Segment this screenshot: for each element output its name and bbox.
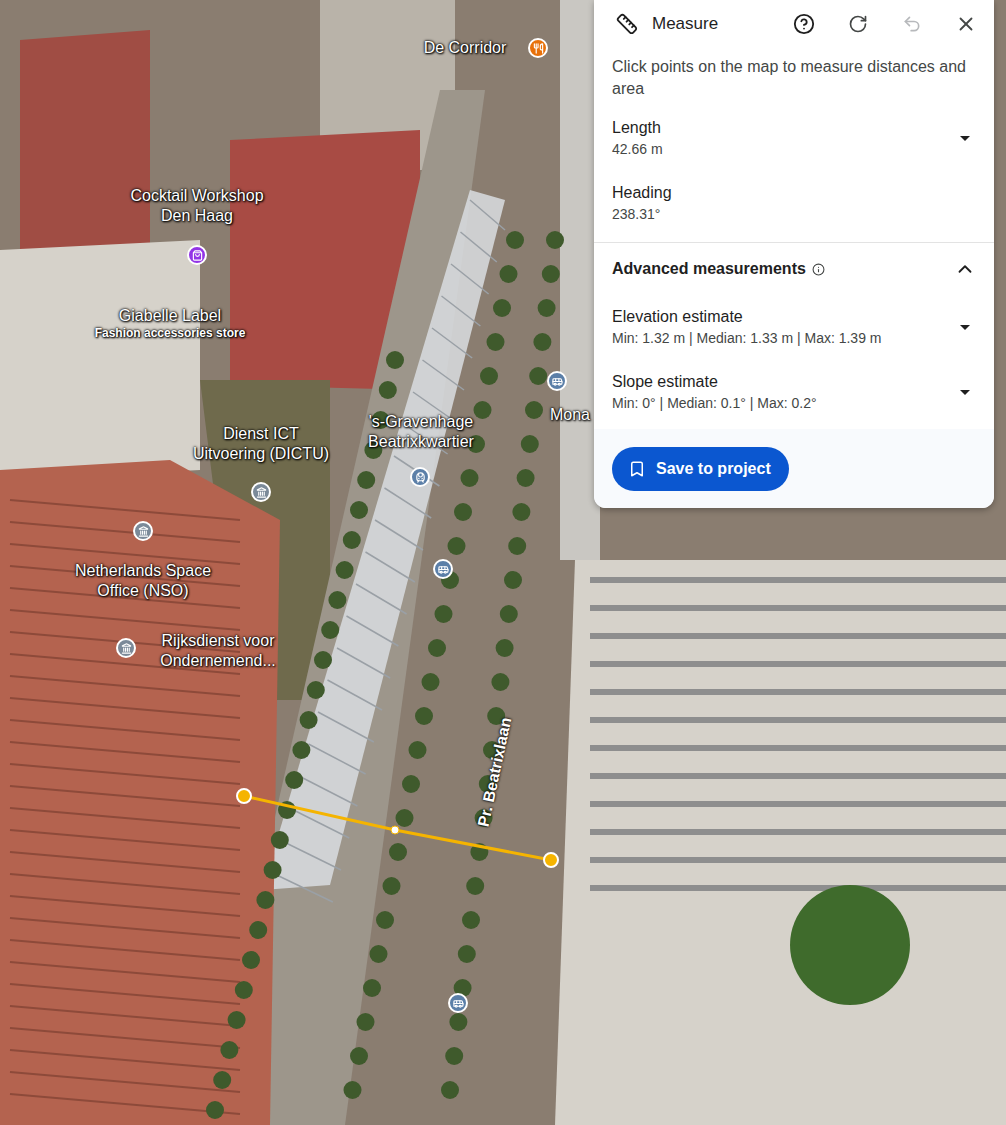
map-pin[interactable] <box>187 245 207 265</box>
map-label-line: Office (NSO) <box>75 581 211 601</box>
measurement-label: Heading <box>612 182 976 204</box>
map-label-line: 's-Gravenhage <box>368 412 474 432</box>
undo-button <box>894 6 930 42</box>
help-icon <box>793 13 815 35</box>
map-label-line: Uitvoering (DICTU) <box>193 444 329 464</box>
bus-icon <box>453 998 464 1009</box>
panel-header: Measure <box>594 0 994 44</box>
map-pin[interactable] <box>433 559 453 579</box>
caret-down-icon[interactable] <box>960 136 970 141</box>
map-label[interactable]: 's-GravenhageBeatrixkwartier <box>368 412 474 452</box>
map-pin[interactable] <box>251 482 271 502</box>
caret-down-icon[interactable] <box>960 325 970 330</box>
landmark-icon <box>121 643 132 654</box>
divider <box>594 242 994 243</box>
map-label-line: Mona <box>550 405 590 425</box>
advanced-header[interactable]: Advanced measurements <box>594 243 994 295</box>
restaurant-icon <box>533 43 544 54</box>
map-label-line: Giabelle Label <box>95 306 246 326</box>
bus-icon <box>438 564 449 575</box>
instructions: Click points on the map to measure dista… <box>594 44 994 106</box>
refresh-icon <box>848 14 868 34</box>
measurement-row[interactable]: Length42.66 m <box>594 106 994 171</box>
bookmark-icon <box>628 460 646 478</box>
advanced-label: Advanced measurements <box>612 260 954 278</box>
map-label-line: Dienst ICT <box>193 424 329 444</box>
map-pin[interactable] <box>410 467 430 487</box>
map-label[interactable]: Rijksdienst voorOndernemend... <box>160 631 276 671</box>
measurement-row[interactable]: Elevation estimateMin: 1.32 m | Median: … <box>594 295 994 360</box>
measure-panel: Measure Click points on the map to measur… <box>594 0 994 508</box>
measurement-text: Length42.66 m <box>612 117 960 159</box>
measurement-text: Elevation estimateMin: 1.32 m | Median: … <box>612 306 960 348</box>
bus-icon <box>552 376 563 387</box>
measurement-value: 42.66 m <box>612 139 960 159</box>
map-pin[interactable] <box>133 521 153 541</box>
map-label[interactable]: Dienst ICTUitvoering (DICTU) <box>193 424 329 464</box>
shop-icon <box>192 250 203 261</box>
save-button[interactable]: Save to project <box>612 447 789 491</box>
landmark-icon <box>138 526 149 537</box>
map-label-line: De Corridor <box>424 38 507 58</box>
measurement-text: Heading238.31° <box>612 182 976 224</box>
measurement-text: Slope estimateMin: 0° | Median: 0.1° | M… <box>612 371 960 413</box>
close-icon <box>955 13 977 35</box>
measurement-label: Slope estimate <box>612 371 960 393</box>
map-label[interactable]: Giabelle LabelFashion accessories store <box>95 306 246 341</box>
map-pin[interactable] <box>528 38 548 58</box>
map-label-line: Ondernemend... <box>160 651 276 671</box>
map-label-line: Beatrixkwartier <box>368 432 474 452</box>
landmark-icon <box>256 487 267 498</box>
measurement-value: Min: 1.32 m | Median: 1.33 m | Max: 1.39… <box>612 328 960 348</box>
undo-icon <box>902 14 922 34</box>
map-page: De Corridor Cocktail WorkshopDen Haag Giab… <box>0 0 1006 1125</box>
measurement-label: Elevation estimate <box>612 306 960 328</box>
map-label-subtitle: Fashion accessories store <box>95 326 246 341</box>
panel-footer: Save to project <box>594 429 994 508</box>
measurement-label: Length <box>612 117 960 139</box>
panel-title: Measure <box>652 14 768 34</box>
map-label[interactable]: Netherlands SpaceOffice (NSO) <box>75 561 211 601</box>
map-label-line: Rijksdienst voor <box>160 631 276 651</box>
map-label-line: Cocktail Workshop <box>130 186 263 206</box>
map-label[interactable]: De Corridor <box>424 38 507 58</box>
caret-down-icon[interactable] <box>960 390 970 395</box>
help-button[interactable] <box>786 6 822 42</box>
map-pin[interactable] <box>448 993 468 1013</box>
map-label[interactable]: Mona <box>550 405 590 425</box>
ruler-icon <box>616 13 638 35</box>
map-label-line: Den Haag <box>130 206 263 226</box>
info-icon[interactable] <box>812 263 825 276</box>
map-label[interactable]: Cocktail WorkshopDen Haag <box>130 186 263 226</box>
measurement-value: Min: 0° | Median: 0.1° | Max: 0.2° <box>612 393 960 413</box>
map-label-line: Netherlands Space <box>75 561 211 581</box>
chevron-up-icon[interactable] <box>954 258 976 280</box>
map-pin[interactable] <box>547 371 567 391</box>
measurement-row[interactable]: Slope estimateMin: 0° | Median: 0.1° | M… <box>594 360 994 425</box>
close-button[interactable] <box>948 6 984 42</box>
train-icon <box>415 472 426 483</box>
reset-button[interactable] <box>840 6 876 42</box>
measurement-row: Heading238.31° <box>594 171 994 236</box>
measurement-value: 238.31° <box>612 204 976 224</box>
map-pin[interactable] <box>116 638 136 658</box>
